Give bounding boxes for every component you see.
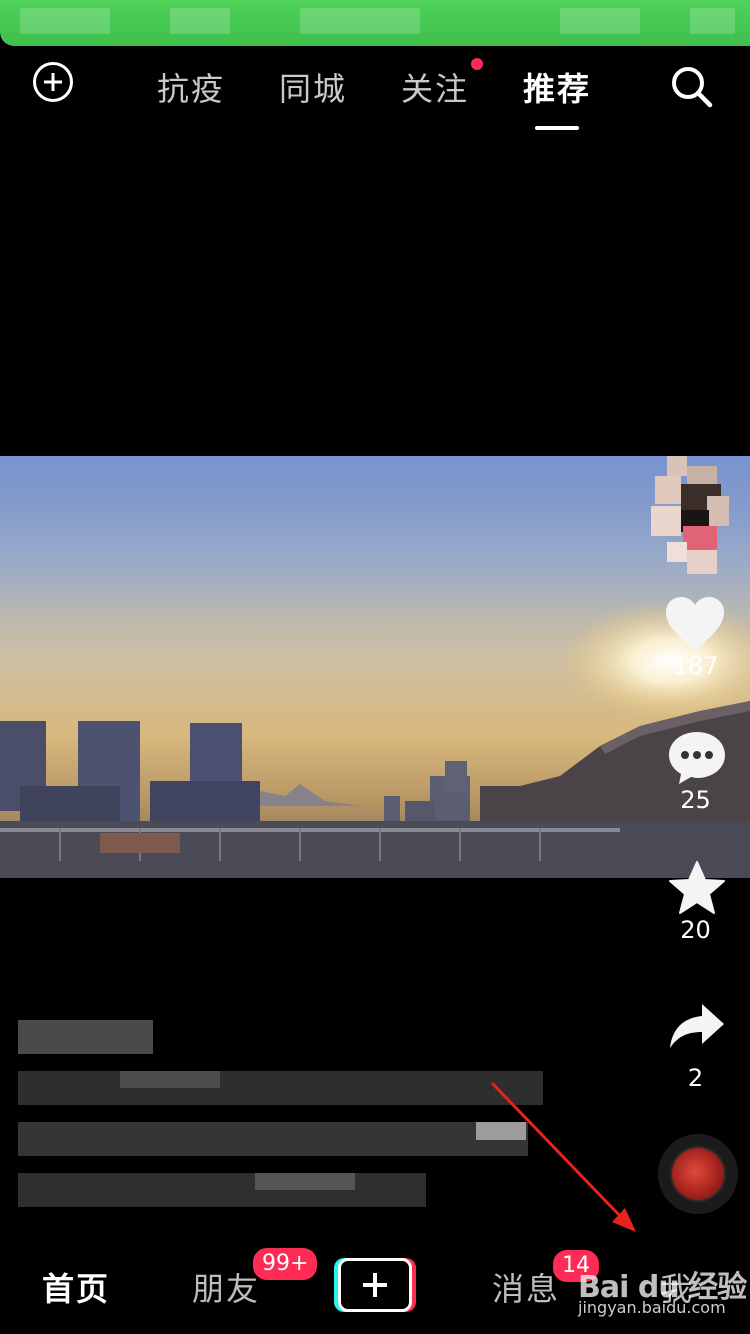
watermark-url: jingyan.baidu.com bbox=[578, 1298, 726, 1317]
annotation-arrow bbox=[490, 1081, 636, 1232]
